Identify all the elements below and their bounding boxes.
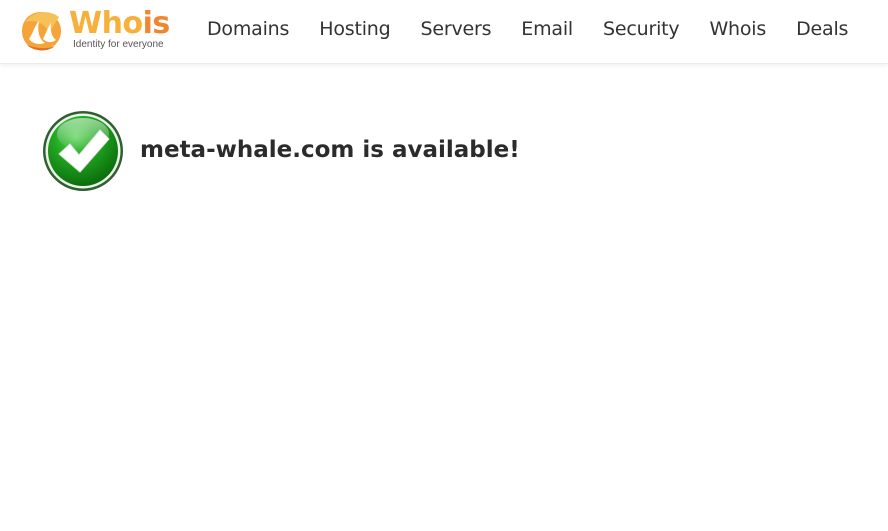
- logo-wordmark: Whois: [69, 7, 170, 41]
- nav-item-email[interactable]: Email: [506, 18, 588, 40]
- main-nav: Domains Hosting Servers Email Security W…: [192, 0, 863, 58]
- nav-item-whois[interactable]: Whois: [694, 18, 781, 40]
- logo-word-who: Who: [69, 6, 143, 41]
- availability-message: meta-whale.com is available!: [140, 137, 520, 163]
- logo-tagline: Identity for everyone: [73, 39, 164, 50]
- nav-item-hosting[interactable]: Hosting: [304, 18, 405, 40]
- nav-item-security[interactable]: Security: [588, 18, 694, 40]
- whois-logo-icon: [22, 12, 61, 51]
- nav-item-servers[interactable]: Servers: [405, 18, 506, 40]
- nav-item-domains[interactable]: Domains: [192, 18, 304, 40]
- nav-item-deals[interactable]: Deals: [781, 18, 863, 40]
- whois-logo[interactable]: Whois Identity for everyone: [19, 7, 174, 53]
- checkmark-icon: [43, 111, 123, 191]
- site-header: Whois Identity for everyone Domains Host…: [0, 0, 888, 64]
- logo-word-is: is: [142, 6, 171, 41]
- availability-result: meta-whale.com is available!: [42, 110, 520, 192]
